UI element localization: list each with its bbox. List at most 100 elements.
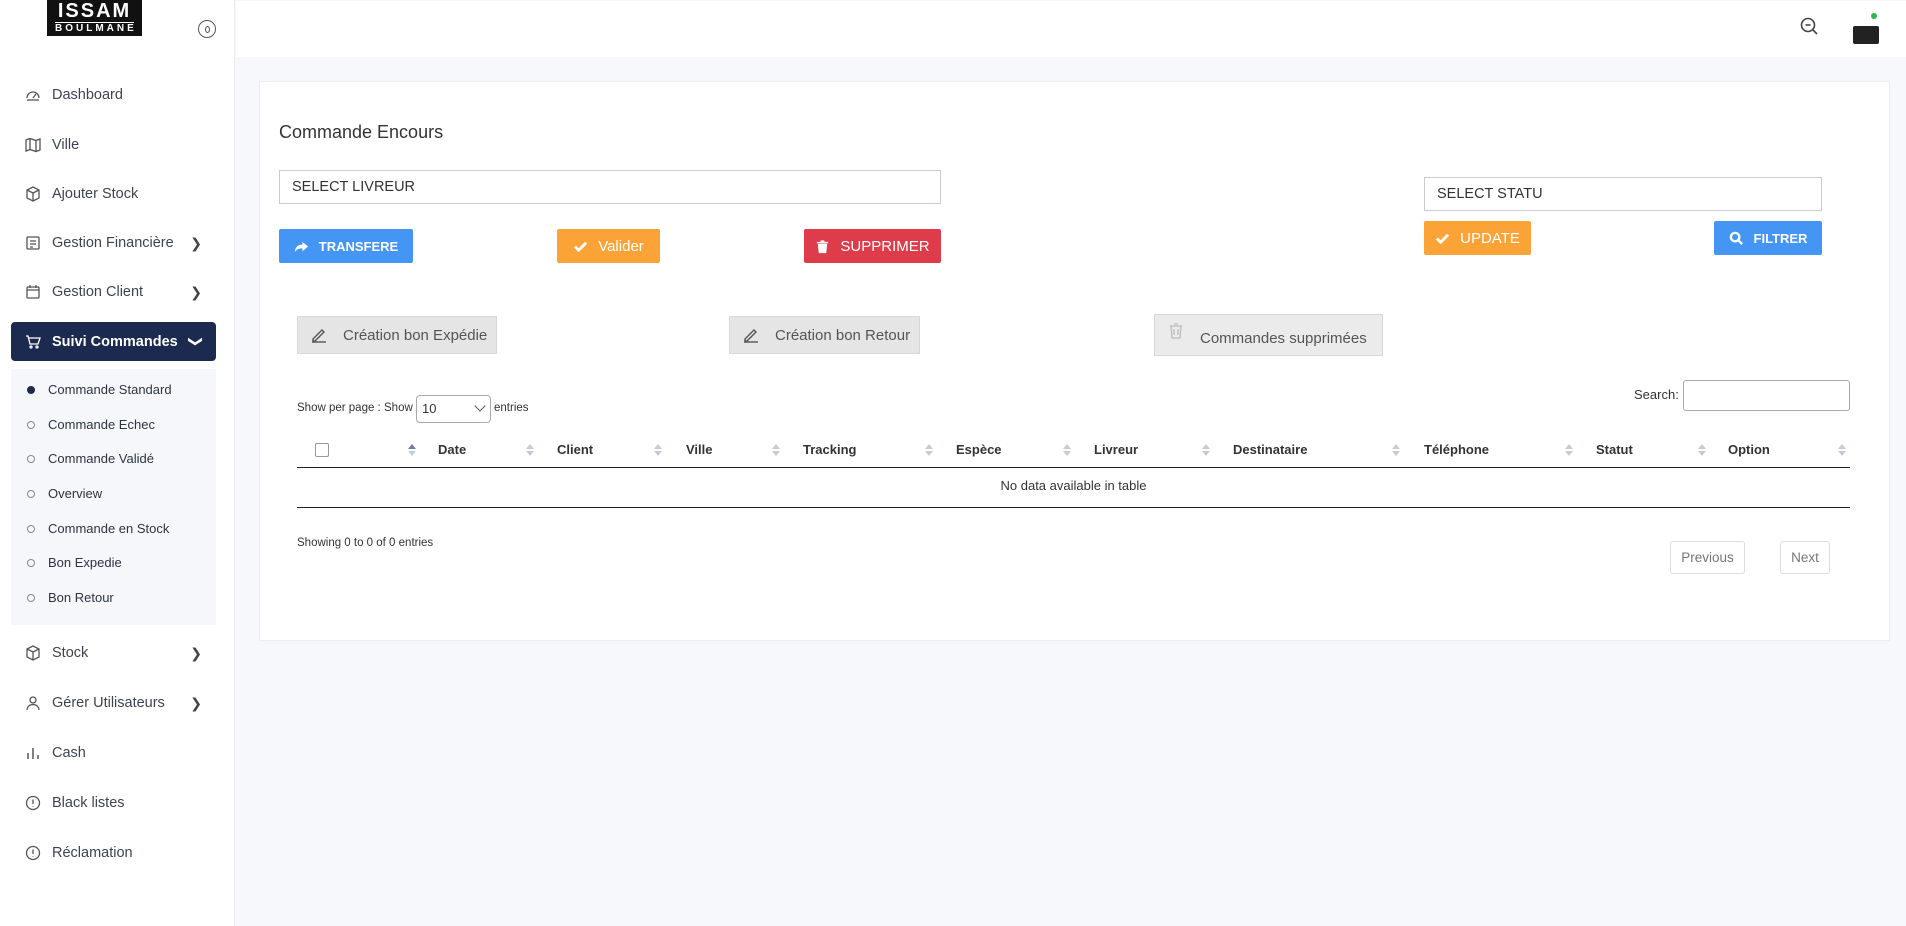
creation-bon-expedie-button[interactable]: Création bon Expédie (297, 316, 497, 354)
submenu-item-label: Commande Validé (48, 451, 154, 466)
sort-icon[interactable] (526, 444, 534, 456)
submenu-item-label: Commande Standard (48, 382, 172, 397)
bullet-icon (27, 385, 35, 394)
dashboard-icon (26, 91, 40, 101)
search-label: Search: (1634, 387, 1679, 402)
submenu-item-overview[interactable]: Overview (27, 486, 102, 501)
submenu-item-commande-valide[interactable]: Commande Validé (27, 451, 154, 466)
sort-icon[interactable] (1202, 444, 1210, 456)
sidebar-item-stock[interactable]: Stock ❯ (11, 634, 216, 672)
sort-icon[interactable] (772, 444, 780, 456)
creation-bon-retour-button[interactable]: Création bon Retour (729, 316, 920, 354)
column-header-destinataire[interactable]: Destinataire (1233, 431, 1307, 468)
sort-icon[interactable] (1392, 444, 1400, 456)
valider-button[interactable]: Valider (557, 229, 660, 263)
valider-label: Valider (598, 237, 644, 255)
sidebar-item-ajouter-stock[interactable]: Ajouter Stock (11, 175, 216, 213)
sort-icon[interactable] (654, 444, 662, 456)
submenu-item-commande-standard[interactable]: Commande Standard (27, 382, 172, 397)
sidebar-item-gestion-financiere[interactable]: Gestion Financière ❯ (11, 224, 216, 262)
edit-icon (744, 329, 758, 343)
sidebar-item-suivi-commandes[interactable]: Suivi Commandes ❯ (11, 322, 216, 361)
creation-bon-retour-label: Création bon Retour (775, 326, 911, 344)
sidebar-item-label: Gestion Financière (52, 235, 174, 251)
submenu-suivi-commandes: Commande Standard Commande Echec Command… (11, 369, 216, 625)
table-info: Showing 0 to 0 of 0 entries (297, 537, 434, 549)
entries-select[interactable]: 10 (416, 395, 491, 423)
sort-icon[interactable] (408, 444, 416, 456)
sort-icon[interactable] (925, 444, 933, 456)
previous-button[interactable]: Previous (1670, 541, 1745, 574)
entries-select-value: 10 (422, 401, 437, 416)
supprimer-button[interactable]: SUPPRIMER (804, 229, 941, 263)
submenu-item-label: Commande Echec (48, 417, 155, 432)
trash-icon (817, 239, 829, 253)
filtrer-label: FILTRER (1753, 230, 1808, 246)
sidebar-item-dashboard[interactable]: Dashboard (11, 76, 216, 114)
next-button[interactable]: Next (1780, 541, 1830, 574)
sidebar-item-black-listes[interactable]: Black listes (11, 784, 216, 822)
submenu-item-commande-en-stock[interactable]: Commande en Stock (27, 521, 169, 536)
select-livreur[interactable]: SELECT LIVREUR (279, 170, 941, 204)
column-header-espece[interactable]: Espèce (956, 431, 1002, 468)
sidebar-item-gestion-client[interactable]: Gestion Client ❯ (11, 273, 216, 311)
sidebar-item-cash[interactable]: Cash (11, 734, 216, 772)
column-header-livreur[interactable]: Livreur (1094, 431, 1138, 468)
submenu-item-label: Bon Retour (48, 590, 114, 605)
select-statu[interactable]: SELECT STATU (1424, 177, 1822, 211)
sidebar-item-label: Suivi Commandes (52, 333, 178, 350)
sort-icon[interactable] (1063, 444, 1071, 456)
column-header-tracking[interactable]: Tracking (803, 431, 856, 468)
chevron-right-icon: ❯ (190, 644, 202, 661)
filtrer-button[interactable]: FILTRER (1714, 221, 1822, 255)
sidebar-item-label: Cash (52, 745, 86, 761)
submenu-item-bon-expedie[interactable]: Bon Expedie (27, 555, 122, 570)
bullet-icon (27, 454, 35, 463)
sidebar-item-label: Ajouter Stock (52, 186, 139, 202)
sort-icon[interactable] (1838, 444, 1846, 456)
table-search-input[interactable] (1683, 380, 1850, 411)
submenu-item-label: Overview (48, 486, 103, 501)
creation-bon-expedie-label: Création bon Expédie (343, 326, 488, 344)
chevron-down-icon: ❯ (188, 335, 205, 348)
logo-line1: ISSAM (57, 0, 132, 22)
commandes-supprimees-label: Commandes supprimées (1200, 329, 1367, 347)
update-button[interactable]: UPDATE (1424, 221, 1531, 255)
calendar-icon (26, 285, 40, 299)
chevron-right-icon: ❯ (190, 283, 202, 300)
logo[interactable]: ISSAM BOULMANE (47, 0, 142, 36)
trash-icon (1170, 323, 1182, 339)
transfere-button[interactable]: TRANSFERE (279, 229, 413, 263)
chevron-right-icon: ❯ (190, 694, 202, 711)
sort-icon[interactable] (1698, 444, 1706, 456)
update-label: UPDATE (1460, 229, 1520, 247)
main-card (259, 81, 1890, 641)
sidebar-toggle-icon[interactable] (198, 20, 216, 38)
column-header-statut[interactable]: Statut (1596, 431, 1633, 468)
submenu-item-bon-retour[interactable]: Bon Retour (27, 590, 114, 605)
sidebar-item-label: Dashboard (52, 87, 123, 103)
cart-icon (26, 334, 41, 349)
sidebar-item-ville[interactable]: Ville (11, 126, 216, 164)
column-header-telephone[interactable]: Téléphone (1424, 431, 1489, 468)
select-all-checkbox[interactable] (315, 443, 329, 457)
sort-icon[interactable] (1565, 444, 1573, 456)
alert-circle-icon (25, 795, 41, 811)
submenu-item-commande-echec[interactable]: Commande Echec (27, 417, 155, 432)
commandes-supprimees-button[interactable]: Commandes supprimées (1154, 314, 1383, 356)
search-icon (1729, 231, 1743, 245)
page-title: Commande Encours (279, 122, 444, 142)
column-header-client[interactable]: Client (557, 431, 593, 468)
bar-chart-icon (27, 748, 39, 759)
column-header-date[interactable]: Date (438, 431, 466, 468)
box-icon (26, 645, 40, 661)
sidebar-item-label: Stock (52, 645, 89, 661)
bullet-icon (27, 420, 35, 429)
avatar[interactable] (1853, 26, 1879, 44)
search-icon[interactable] (1799, 16, 1819, 36)
column-header-option[interactable]: Option (1728, 431, 1770, 468)
sidebar-item-gerer-utilisateurs[interactable]: Gérer Utilisateurs ❯ (11, 684, 216, 722)
sidebar-item-label: Gérer Utilisateurs (52, 695, 165, 711)
sidebar-item-reclamation[interactable]: Réclamation (11, 834, 216, 872)
column-header-ville[interactable]: Ville (686, 431, 713, 468)
